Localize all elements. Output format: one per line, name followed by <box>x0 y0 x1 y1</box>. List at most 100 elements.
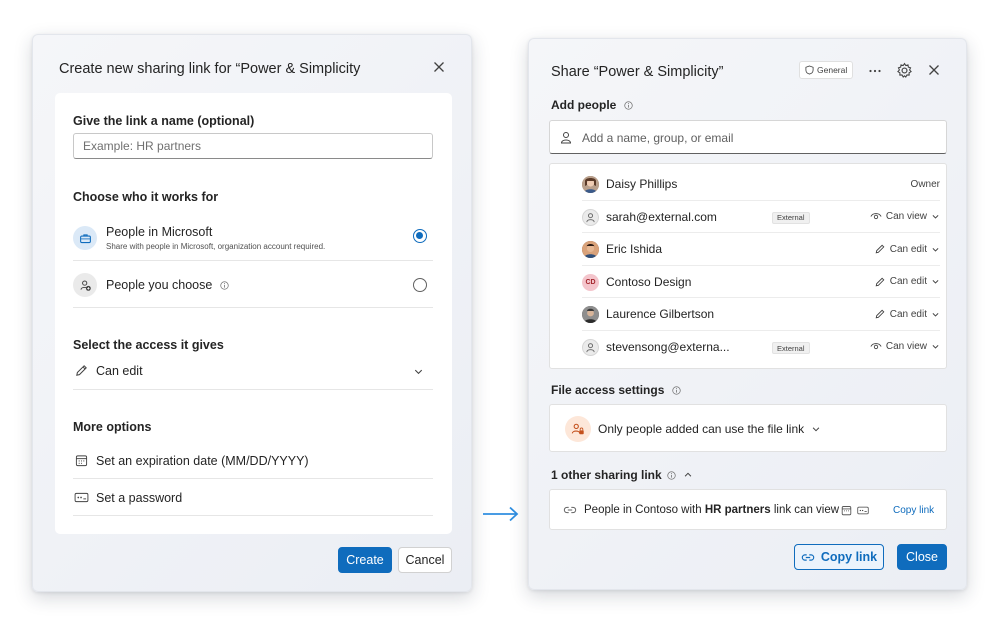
file-access-value-wrap: Only people added can use the file link <box>598 422 821 436</box>
password-icon <box>74 492 89 503</box>
permission-dropdown[interactable]: Can edit <box>874 243 940 255</box>
file-access-dropdown[interactable]: Only people added can use the file link <box>549 404 947 452</box>
add-people-field[interactable] <box>549 120 947 154</box>
info-icon[interactable] <box>667 470 676 480</box>
expiration-date-option[interactable]: Set an expiration date (MM/DD/YYYY) <box>73 450 433 474</box>
password-label: Set a password <box>96 491 183 505</box>
divider <box>73 478 433 479</box>
permission-dropdown[interactable]: Can view <box>870 211 940 222</box>
option-people-you-choose[interactable]: People you choose <box>73 271 433 307</box>
file-access-value: Only people added can use the file link <box>598 422 805 436</box>
create-button[interactable]: Create <box>338 547 392 573</box>
calendar-icon <box>841 506 852 516</box>
divider <box>73 515 433 516</box>
person-row[interactable]: Eric Ishida Can edit <box>550 233 946 266</box>
option-title: People you choose <box>106 278 213 292</box>
option-people-in-org[interactable]: People in Microsoft Share with people in… <box>73 223 433 259</box>
copy-link-label: Copy link <box>820 550 878 564</box>
person-permission: Owner <box>911 179 940 190</box>
info-icon[interactable] <box>624 101 633 110</box>
chevron-up-icon[interactable] <box>683 470 693 480</box>
chevron-down-icon <box>932 214 939 219</box>
people-lock-icon <box>565 416 591 442</box>
divider <box>73 307 433 308</box>
option-title: People in Microsoft <box>106 225 213 239</box>
person-add-icon <box>73 273 97 297</box>
pencil-icon <box>875 277 885 287</box>
dialog-title: Create new sharing link for “Power & Sim… <box>59 61 361 77</box>
person-icon <box>560 132 572 144</box>
radio-selected[interactable] <box>413 229 427 243</box>
close-icon[interactable] <box>926 62 942 78</box>
pencil-icon <box>875 244 885 254</box>
link-name-input[interactable] <box>73 133 433 159</box>
avatar <box>582 208 599 226</box>
permission-label: Can view <box>885 210 927 222</box>
link-name-label: Give the link a name (optional) <box>73 114 255 128</box>
password-icon <box>857 506 869 515</box>
password-option[interactable]: Set a password <box>73 487 433 511</box>
person-name: sarah@external.com <box>606 209 717 224</box>
create-link-dialog: Create new sharing link for “Power & Sim… <box>32 34 472 592</box>
link-settings-card: Give the link a name (optional) Choose w… <box>55 93 452 534</box>
permission-label: Owner <box>910 179 940 190</box>
person-row[interactable]: Laurence Gilbertson Can edit <box>550 298 946 331</box>
permission-label: Can edit <box>889 308 927 320</box>
access-section-label: Select the access it gives <box>73 338 224 352</box>
close-button[interactable]: Close <box>897 544 947 570</box>
add-people-input[interactable] <box>582 128 922 148</box>
person-row[interactable]: CD Contoso Design Can edit <box>550 266 946 299</box>
avatar <box>582 339 599 356</box>
info-icon[interactable] <box>220 281 229 290</box>
share-dialog: Share “Power & Simplicity” General Add p… <box>528 38 967 590</box>
copy-link-text-button[interactable]: Copy link <box>893 505 934 516</box>
permission-dropdown[interactable]: Can edit <box>874 308 940 320</box>
file-access-header: File access settings <box>551 383 681 397</box>
more-options-label: More options <box>73 420 152 434</box>
avatar <box>582 176 599 193</box>
sharing-link-item: People in Contoso with HR partners link … <box>549 489 947 530</box>
pencil-icon <box>76 365 87 376</box>
file-access-label: File access settings <box>551 383 665 397</box>
person-name: Laurence Gilbertson <box>606 307 715 322</box>
other-links-label: 1 other sharing link <box>551 468 662 482</box>
person-name: Contoso Design <box>606 274 692 289</box>
pencil-icon <box>875 310 885 319</box>
divider <box>73 389 433 390</box>
briefcase-icon <box>73 226 97 250</box>
gear-icon[interactable] <box>896 62 913 79</box>
permission-dropdown[interactable]: Can edit <box>874 276 940 288</box>
avatar-initials: CD <box>585 278 596 286</box>
person-name: stevensong@externa... <box>606 340 730 354</box>
eye-icon <box>870 343 882 350</box>
avatar <box>582 306 599 324</box>
person-row[interactable]: Daisy Phillips Owner <box>550 168 946 201</box>
chevron-down-icon <box>932 312 939 317</box>
divider <box>73 260 433 261</box>
permission-label: Can edit <box>889 243 927 255</box>
external-badge: External <box>772 211 810 224</box>
sensitivity-badge[interactable]: General <box>799 61 853 79</box>
chevron-down-icon <box>932 247 939 252</box>
access-dropdown[interactable]: Can edit <box>73 359 433 385</box>
info-icon[interactable] <box>672 386 681 395</box>
dialog-title: Share “Power & Simplicity” <box>551 64 724 80</box>
permission-dropdown[interactable]: Can view <box>870 341 940 352</box>
chevron-down-icon <box>932 280 939 284</box>
copy-link-button[interactable]: Copy link <box>794 544 884 570</box>
person-name: Eric Ishida <box>606 242 663 257</box>
cancel-button[interactable]: Cancel <box>398 547 452 573</box>
chevron-down-icon <box>932 345 939 349</box>
other-links-header[interactable]: 1 other sharing link <box>551 468 693 482</box>
more-options-icon[interactable] <box>868 64 882 78</box>
option-subtitle: Share with people in Microsoft, organiza… <box>106 242 326 251</box>
access-value: Can edit <box>96 364 143 378</box>
close-icon[interactable] <box>431 59 447 75</box>
external-badge: External <box>772 342 810 354</box>
arrow-right-icon <box>483 506 519 522</box>
person-row[interactable]: sarah@external.com External Can view <box>550 201 946 234</box>
avatar <box>582 241 599 259</box>
radio-unselected[interactable] <box>413 278 427 292</box>
permission-label: Can view <box>885 341 927 352</box>
person-row[interactable]: stevensong@externa... External Can view <box>550 331 946 364</box>
